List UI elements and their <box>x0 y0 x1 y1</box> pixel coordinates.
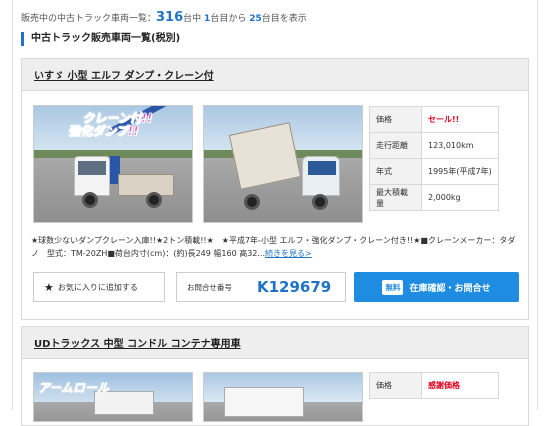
range-to: 25 <box>249 14 262 24</box>
spec-row-price: 価格 セール!! <box>369 106 499 133</box>
count-prefix: 販売中の中古トラック車両一覧： <box>21 14 157 24</box>
photo-overlay-text: クレーン付!! 強化ダンプ!! <box>68 111 153 138</box>
photo-overlay-text: アームロール <box>38 381 109 396</box>
total-count: 316 <box>156 10 184 25</box>
count-mid2: 台目から <box>210 14 247 24</box>
card-header: UDトラックス 中型 コンドル コンテナ専用車 <box>22 327 528 359</box>
price-value: 感謝価格 <box>421 372 499 399</box>
truck-title-link[interactable]: いすゞ 小型 エルフ ダンプ・クレーン付 <box>34 67 214 82</box>
wheel <box>82 192 98 208</box>
inquiry-label: お問合せ番号 <box>187 282 232 292</box>
truck-photo-1[interactable]: クレーン付!! 強化ダンプ!! <box>33 105 193 223</box>
price-value: セール!! <box>421 106 499 133</box>
read-more-link[interactable]: 続きを見る> <box>265 249 312 258</box>
card-header: いすゞ 小型 エルフ ダンプ・クレーン付 <box>22 59 528 91</box>
count-suffix: 台目を表示 <box>261 14 307 24</box>
wheel <box>312 194 328 210</box>
stock-inquiry-button[interactable]: 無料 在庫確認・お問合せ <box>354 272 519 302</box>
cta-label: 在庫確認・お問合せ <box>409 283 491 294</box>
truck-description: ★球数少ないダンプクレーン入庫!!★2トン積載!!★ ★平成7年-小型 エルフ・… <box>31 236 516 258</box>
section-title: 中古トラック販売車両一覧(税別) <box>21 32 180 46</box>
inquiry-number-box: お問合せ番号 K129679 <box>176 272 346 302</box>
spec-row-year: 年式 1995年(平成7年) <box>369 158 499 185</box>
truck-photo-3[interactable]: アームロール <box>33 372 193 422</box>
spec-table: 価格 感謝価格 <box>369 372 499 399</box>
spec-row-mileage: 走行距離 123,010km <box>369 132 499 159</box>
inquiry-code: K129679 <box>257 278 332 296</box>
listing-count: 販売中の中古トラック車両一覧：316台中 1台目から 25台目を表示 <box>21 10 307 25</box>
spec-row-capacity: 最大積載量 2,000kg <box>369 184 499 211</box>
spec-table: 価格 セール!! 走行距離 123,010km 年式 1995年(平成7年) 最… <box>369 106 499 211</box>
spec-row-price: 価格 感謝価格 <box>369 372 499 399</box>
wheel <box>244 194 260 210</box>
truck-title-link[interactable]: UDトラックス 中型 コンドル コンテナ専用車 <box>34 335 241 350</box>
count-mid1: 台中 <box>183 14 202 24</box>
add-favorite-button[interactable]: ★ お気に入りに追加する <box>33 272 165 302</box>
wheel <box>146 192 162 208</box>
truck-photo-2[interactable] <box>203 105 363 223</box>
free-badge: 無料 <box>382 279 404 295</box>
truck-photo-4[interactable] <box>203 372 363 422</box>
star-icon: ★ <box>44 280 54 294</box>
